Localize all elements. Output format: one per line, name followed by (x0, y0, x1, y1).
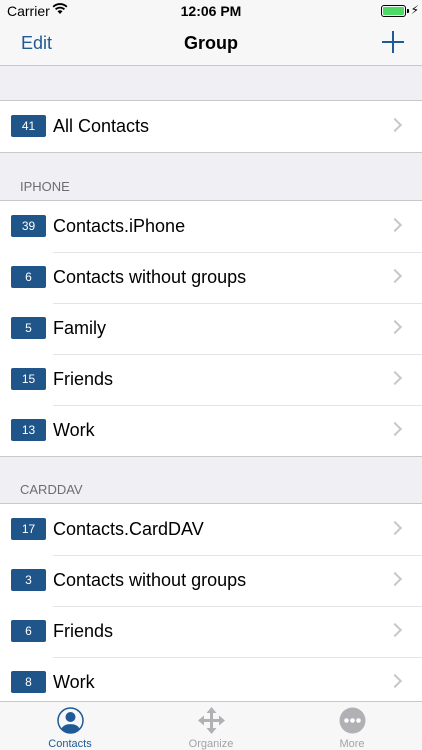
section-header-carddav: CARDDAV (20, 482, 83, 497)
contact-icon (57, 707, 84, 734)
chevron-right-icon (387, 319, 403, 335)
group-label: Contacts.CardDAV (53, 519, 204, 539)
group-label: Friends (53, 369, 114, 389)
count-badge: 17 (11, 518, 46, 540)
iphone-group-list: 39 Contacts.iPhone 6 Contacts without gr… (0, 200, 422, 457)
tab-bar: Contacts Organize More (0, 701, 422, 750)
chevron-right-icon (387, 571, 403, 587)
group-label: All Contacts (53, 116, 150, 136)
count-badge: 8 (11, 671, 46, 693)
status-bar: Carrier 12:06 PM ⚡ (0, 0, 422, 22)
page-title: Group (184, 33, 238, 53)
all-contacts-list: 41 All Contacts (0, 100, 422, 153)
count-badge: 41 (11, 115, 46, 137)
group-label: Contacts.iPhone (53, 216, 186, 236)
count-badge: 6 (11, 266, 46, 288)
battery-icon (381, 5, 406, 17)
tab-contacts[interactable]: Contacts (0, 702, 140, 750)
tab-organize[interactable]: Organize (141, 702, 281, 750)
count-badge: 15 (11, 368, 46, 390)
tab-label: Contacts (48, 738, 92, 750)
list-item[interactable]: 5 Family (0, 303, 422, 354)
list-item[interactable]: 3 Contacts without groups (0, 555, 422, 606)
tab-label: More (339, 738, 365, 750)
group-label: Work (53, 672, 95, 692)
chevron-right-icon (387, 520, 403, 536)
list-item[interactable]: 6 Contacts without groups (0, 252, 422, 303)
count-badge: 13 (11, 419, 46, 441)
chevron-right-icon (387, 673, 403, 689)
tab-more[interactable]: More (282, 702, 422, 750)
chevron-right-icon (387, 370, 403, 386)
list-item[interactable]: 6 Friends (0, 606, 422, 657)
more-icon (339, 707, 366, 734)
list-item[interactable]: 13 Work (0, 405, 422, 456)
add-group-button[interactable] (382, 31, 404, 53)
count-badge: 6 (11, 620, 46, 642)
count-badge: 3 (11, 569, 46, 591)
list-item[interactable]: 15 Friends (0, 354, 422, 405)
group-label: Family (53, 318, 106, 338)
status-time: 12:06 PM (180, 3, 242, 19)
chevron-right-icon (387, 622, 403, 638)
tab-label: Organize (188, 738, 234, 750)
group-label: Friends (53, 621, 114, 641)
group-label: Contacts without groups (53, 267, 247, 287)
charging-icon: ⚡ (410, 3, 419, 17)
list-item[interactable]: 17 Contacts.CardDAV (0, 504, 422, 555)
section-header-iphone: IPHONE (20, 179, 70, 194)
count-badge: 5 (11, 317, 46, 339)
navigation-bar: Edit Group (0, 22, 422, 66)
chevron-right-icon (387, 117, 403, 133)
group-label: Work (53, 420, 95, 440)
chevron-right-icon (387, 421, 403, 437)
chevron-right-icon (387, 217, 403, 233)
list-item-all-contacts[interactable]: 41 All Contacts (0, 101, 422, 152)
chevron-right-icon (387, 268, 403, 284)
count-badge: 39 (11, 215, 46, 237)
move-icon (198, 707, 225, 734)
carddav-group-list: 17 Contacts.CardDAV 3 Contacts without g… (0, 503, 422, 709)
list-item[interactable]: 39 Contacts.iPhone (0, 201, 422, 252)
battery-tip (407, 9, 409, 13)
group-label: Contacts without groups (53, 570, 247, 590)
